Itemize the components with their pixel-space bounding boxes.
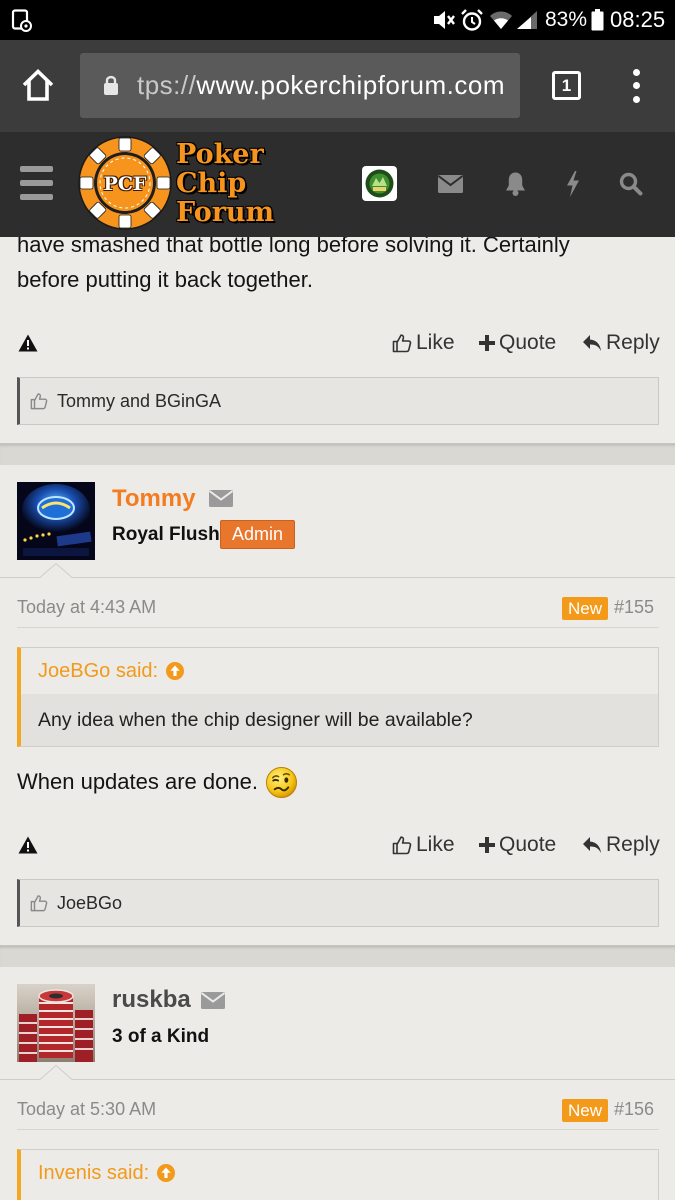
post-number[interactable]: #156 <box>614 1098 654 1120</box>
home-icon[interactable] <box>21 68 55 102</box>
avatar[interactable] <box>17 482 95 560</box>
post-actions: Like Quote Reply <box>0 328 675 358</box>
post-divider <box>0 945 675 967</box>
report-button[interactable] <box>18 328 42 358</box>
url-host: www.pokerchipforum.com <box>196 70 506 100</box>
tab-switcher-button[interactable]: 1 <box>552 71 581 100</box>
like-label: Like <box>416 331 455 354</box>
post-actions: Like Quote Reply <box>0 830 675 860</box>
quote-author: Invenis said: <box>38 1161 150 1184</box>
new-badge: New <box>562 1099 608 1122</box>
reply-arrow-icon <box>583 837 601 853</box>
divider <box>17 627 659 628</box>
likes-text: Tommy and BGinGA <box>57 390 222 411</box>
site-header: PCF Poker Chip Forum <box>0 132 675 237</box>
user-title: 3 of a Kind <box>112 1026 210 1047</box>
url-scheme: tps:// <box>137 70 197 100</box>
confused-emoji-icon <box>265 766 297 798</box>
likes-summary[interactable]: Tommy and BGinGA <box>17 377 659 425</box>
quote-button[interactable]: Quote <box>479 830 556 860</box>
lock-icon <box>104 75 118 95</box>
post-card: Tommy Royal Flush Admin Today at 4:43 AM… <box>0 465 675 945</box>
plus-icon <box>479 335 495 351</box>
thumbs-up-icon <box>392 836 412 855</box>
likes-text: JoeBGo <box>57 892 123 913</box>
quote-author: JoeBGo said: <box>38 659 159 682</box>
battery-icon <box>591 9 604 31</box>
envelope-icon[interactable] <box>209 490 233 507</box>
new-badge: New <box>562 597 608 620</box>
admin-badge: Admin <box>220 520 295 549</box>
search-icon[interactable] <box>619 172 643 196</box>
clock: 08:25 <box>610 7 666 32</box>
quote-block: JoeBGo said: Any idea when the chip desi… <box>17 647 659 747</box>
reply-label: Reply <box>606 833 660 856</box>
plus-icon <box>479 837 495 853</box>
thumbs-up-icon <box>30 393 48 410</box>
hamburger-menu-icon[interactable] <box>20 164 53 202</box>
alarm-icon <box>461 9 483 31</box>
envelope-icon[interactable] <box>438 175 463 193</box>
battery-percent: 83% <box>545 8 588 31</box>
header-avatar[interactable] <box>362 166 397 201</box>
reply-label: Reply <box>606 331 660 354</box>
more-menu-icon[interactable] <box>626 64 648 108</box>
reply-button[interactable]: Reply <box>582 328 660 358</box>
quote-label: Quote <box>499 331 557 354</box>
post-card: have smashed that bottle long before sol… <box>0 227 675 443</box>
thumbs-up-icon <box>30 895 48 912</box>
like-button[interactable]: Like <box>392 328 455 358</box>
post-body: When updates are done. <box>17 764 298 800</box>
user-title: Royal Flush <box>112 524 220 545</box>
author-name[interactable]: ruskba <box>112 985 191 1015</box>
post-date[interactable]: Today at 4:43 AM <box>17 596 156 618</box>
reply-button[interactable]: Reply <box>582 830 660 860</box>
quote-block: Invenis said: <box>17 1149 659 1200</box>
post-divider <box>0 443 675 465</box>
screenshot-icon <box>11 9 32 32</box>
address-bar[interactable]: tps://www.pokerchipforum.com <box>80 53 520 118</box>
wifi-icon <box>490 11 512 29</box>
post-card: ruskba 3 of a Kind Today at 5:30 AM New … <box>0 967 675 1200</box>
logo-badge-text: PCF <box>103 173 147 195</box>
post-body-text: When updates are done. <box>17 769 258 794</box>
post-header-separator <box>0 562 675 578</box>
reply-arrow-icon <box>583 335 601 351</box>
logo-word-forum: Forum <box>176 197 275 228</box>
post-header-separator <box>0 1064 675 1080</box>
logo-word-chip: Chip <box>176 168 247 199</box>
envelope-icon[interactable] <box>201 992 225 1009</box>
site-logo[interactable]: PCF Poker Chip Forum <box>77 134 292 234</box>
quote-text: Any idea when the chip designer will be … <box>21 694 658 746</box>
lightning-icon[interactable] <box>566 171 580 197</box>
signal-icon <box>517 11 537 29</box>
url-text: tps://www.pokerchipforum.com <box>137 53 505 118</box>
thumbs-up-icon <box>392 334 412 353</box>
post-body-line: before putting it back together. <box>17 267 313 292</box>
quote-header[interactable]: Invenis said: <box>21 1150 658 1196</box>
quote-label: Quote <box>499 833 557 856</box>
like-label: Like <box>416 833 455 856</box>
avatar[interactable] <box>17 984 95 1062</box>
quote-header[interactable]: JoeBGo said: <box>21 648 658 694</box>
divider <box>17 1129 659 1130</box>
arrow-up-circle-icon[interactable] <box>166 662 185 680</box>
status-bar: 83% 08:25 <box>0 0 675 40</box>
mute-icon <box>434 11 455 29</box>
quote-button[interactable]: Quote <box>479 328 556 358</box>
arrow-up-circle-icon[interactable] <box>157 1164 176 1182</box>
report-button[interactable] <box>18 830 42 860</box>
bell-icon[interactable] <box>504 171 527 197</box>
author-name[interactable]: Tommy <box>112 484 196 514</box>
post-date[interactable]: Today at 5:30 AM <box>17 1098 156 1120</box>
warning-icon <box>18 334 38 352</box>
warning-icon <box>18 836 38 854</box>
browser-toolbar: tps://www.pokerchipforum.com 1 <box>0 40 675 132</box>
likes-summary[interactable]: JoeBGo <box>17 879 659 927</box>
like-button[interactable]: Like <box>392 830 455 860</box>
logo-word-poker: Poker <box>176 139 264 170</box>
post-number[interactable]: #155 <box>614 596 654 618</box>
